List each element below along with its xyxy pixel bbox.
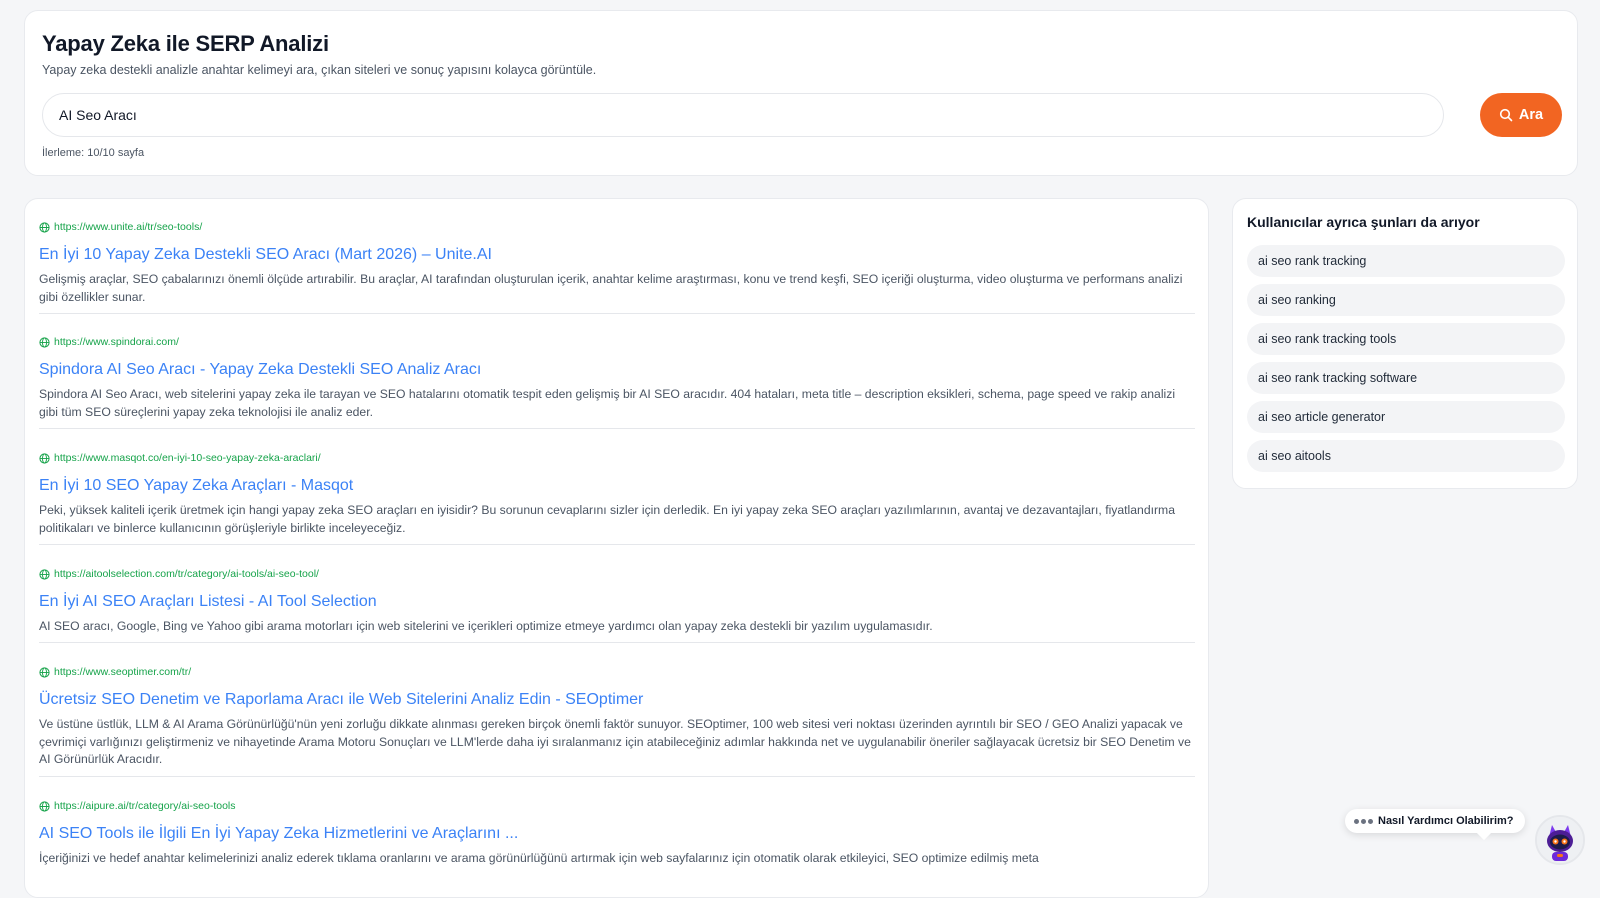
result-description: Gelişmiş araçlar, SEO çabalarınızı öneml…	[39, 272, 1183, 304]
result-url-text: https://aipure.ai/tr/category/ai-seo-too…	[54, 800, 236, 812]
search-button-label: Ara	[1518, 107, 1544, 123]
result-item: https://aipure.ai/tr/category/ai-seo-too…	[39, 799, 1195, 897]
result-description: AI SEO aracı, Google, Bing ve Yahoo gibi…	[39, 619, 933, 633]
search-button[interactable]: Ara	[1480, 93, 1562, 137]
result-title-link[interactable]: Spindora AI Seo Aracı - Yapay Zeka Deste…	[39, 360, 1195, 380]
result-url: https://www.spindorai.com/	[39, 335, 1195, 349]
result-url-text: https://www.spindorai.com/	[54, 336, 179, 348]
result-item: https://www.seoptimer.com/tr/ Ücretsiz S…	[39, 665, 1195, 777]
related-searches-panel: Kullanıcılar ayrıca şunları da arıyor ai…	[1232, 198, 1578, 489]
chat-avatar-button[interactable]	[1535, 815, 1585, 865]
result-description: Ve üstüne üstlük, LLM & AI Arama Görünür…	[39, 717, 1191, 766]
chat-prompt-text: Nasıl Yardımcı Olabilirim?	[1378, 815, 1514, 827]
result-url-text: https://aitoolselection.com/tr/category/…	[54, 568, 319, 580]
chat-prompt-bubble[interactable]: Nasıl Yardımcı Olabilirim?	[1345, 809, 1525, 833]
related-search-chip[interactable]: ai seo rank tracking software	[1247, 362, 1565, 394]
result-url-text: https://www.masqot.co/en-iyi-10-seo-yapa…	[54, 452, 321, 464]
robot-avatar-icon	[1537, 817, 1583, 863]
related-search-chip[interactable]: ai seo ranking	[1247, 284, 1565, 316]
globe-icon	[39, 568, 50, 580]
result-title-link[interactable]: En İyi 10 Yapay Zeka Destekli SEO Aracı …	[39, 245, 1195, 265]
related-search-chip[interactable]: ai seo rank tracking	[1247, 245, 1565, 277]
globe-icon	[39, 336, 50, 348]
result-item: https://www.masqot.co/en-iyi-10-seo-yapa…	[39, 451, 1195, 545]
result-title-link[interactable]: En İyi AI SEO Araçları Listesi - AI Tool…	[39, 592, 1195, 612]
result-description: Peki, yüksek kaliteli içerik üretmek içi…	[39, 503, 1175, 535]
result-title-link[interactable]: AI SEO Tools ile İlgili En İyi Yapay Zek…	[39, 824, 1195, 844]
result-url: https://www.unite.ai/tr/seo-tools/	[39, 220, 1195, 234]
result-url-text: https://www.unite.ai/tr/seo-tools/	[54, 221, 203, 233]
result-url: https://aipure.ai/tr/category/ai-seo-too…	[39, 799, 1195, 813]
page-subtitle: Yapay zeka destekli analizle anahtar kel…	[42, 63, 597, 77]
related-search-chip[interactable]: ai seo article generator	[1247, 401, 1565, 433]
typing-dots-icon	[1354, 818, 1373, 824]
globe-icon	[39, 452, 50, 464]
search-input[interactable]	[42, 93, 1444, 137]
page-title: Yapay Zeka ile SERP Analizi	[42, 31, 329, 56]
related-search-chip[interactable]: ai seo aitools	[1247, 440, 1565, 472]
result-title-link[interactable]: Ücretsiz SEO Denetim ve Raporlama Aracı …	[39, 690, 1195, 710]
related-searches-title: Kullanıcılar ayrıca şunları da arıyor	[1247, 214, 1480, 230]
result-item: https://aitoolselection.com/tr/category/…	[39, 567, 1195, 643]
result-url: https://www.seoptimer.com/tr/	[39, 665, 1195, 679]
globe-icon	[39, 800, 50, 812]
globe-icon	[39, 666, 50, 678]
search-icon	[1499, 108, 1513, 122]
results-panel: https://www.unite.ai/tr/seo-tools/ En İy…	[24, 198, 1209, 898]
result-description: İçeriğinizi ve hedef anahtar kelimelerin…	[39, 851, 1039, 865]
related-search-chip[interactable]: ai seo rank tracking tools	[1247, 323, 1565, 355]
search-card: Yapay Zeka ile SERP Analizi Yapay zeka d…	[24, 10, 1578, 176]
globe-icon	[39, 221, 50, 233]
result-item: https://www.spindorai.com/ Spindora AI S…	[39, 335, 1195, 429]
progress-status: İlerleme: 10/10 sayfa	[42, 147, 145, 159]
result-url-text: https://www.seoptimer.com/tr/	[54, 666, 192, 678]
result-description: Spindora AI Seo Aracı, web sitelerini ya…	[39, 387, 1176, 419]
result-url: https://aitoolselection.com/tr/category/…	[39, 567, 1195, 581]
result-title-link[interactable]: En İyi 10 SEO Yapay Zeka Araçları - Masq…	[39, 476, 1195, 496]
result-item: https://www.unite.ai/tr/seo-tools/ En İy…	[39, 220, 1195, 314]
result-url: https://www.masqot.co/en-iyi-10-seo-yapa…	[39, 451, 1195, 465]
